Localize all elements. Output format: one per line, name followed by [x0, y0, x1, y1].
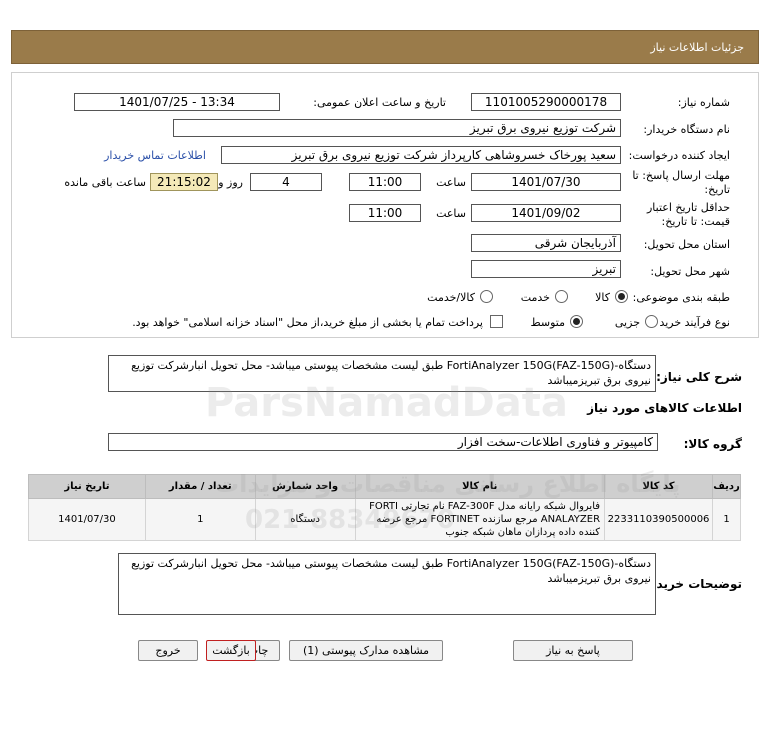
announce-label: تاریخ و ساعت اعلان عمومی:: [313, 96, 446, 109]
attachments-button[interactable]: مشاهده مدارک پیوستی (1): [289, 640, 443, 661]
city-label: شهر محل تحویل:: [650, 265, 730, 278]
creator-label: ایجاد کننده درخواست:: [628, 149, 730, 162]
col-index: ردیف: [712, 474, 741, 499]
cell-date: 1401/07/30: [28, 498, 146, 541]
treasury-payment-note: پرداخت تمام یا بخشی از مبلغ خرید،از محل …: [132, 316, 483, 329]
cell-unit: دستگاه: [254, 498, 356, 541]
table-header-row: ردیف کد کالا نام کالا واحد شمارش تعداد /…: [28, 474, 741, 499]
remaining-label: ساعت باقی مانده: [64, 176, 146, 189]
days-label: روز و: [218, 176, 243, 189]
process-radio-minor[interactable]: [645, 315, 658, 328]
col-name: نام کالا: [354, 474, 606, 499]
province-field[interactable]: آذربایجان شرقی: [471, 234, 621, 252]
category-label: طبقه بندی موضوعی:: [632, 291, 730, 304]
validity-date-field[interactable]: 1401/09/02: [471, 204, 621, 222]
table-row[interactable]: 1 2233110390500006 فایروال شبکه رایانه م…: [28, 498, 741, 541]
goods-group-label: گروه کالا:: [683, 437, 742, 451]
process-minor-label: جزیی: [614, 316, 640, 329]
province-label: استان محل تحویل:: [643, 238, 730, 251]
page: جزئیات اطلاعات نیاز شماره نیاز: 11010052…: [0, 0, 770, 745]
cell-qty: 1: [144, 498, 256, 541]
need-details-panel: شماره نیاز: 1101005290000178 تاریخ و ساع…: [11, 72, 759, 338]
deadline-time-field[interactable]: 11:00: [349, 173, 421, 191]
summary-text: دستگاه-FortiAnalyzer 150G(FAZ-150G) طبق …: [108, 355, 656, 392]
category-radio-goods-service[interactable]: [480, 290, 493, 303]
category-service-label: خدمت: [520, 291, 550, 304]
deadline-date-field[interactable]: 1401/07/30: [471, 173, 621, 191]
cell-name: فایروال شبکه رایانه مدل FAZ-300F نام تجا…: [354, 498, 606, 541]
validity-date-label: قیمت: تا تاریخ:: [661, 215, 730, 228]
summary-label: شرح کلی نیاز:: [656, 370, 742, 384]
process-label: نوع فرآیند خرید :: [652, 316, 730, 329]
category-radio-goods[interactable]: [615, 290, 628, 303]
validity-time-label: ساعت: [436, 207, 466, 220]
contact-buyer-link[interactable]: اطلاعات تماس خریدار: [104, 149, 206, 162]
back-button[interactable]: بازگشت: [206, 640, 256, 661]
buyer-notes-text: دستگاه-FortiAnalyzer 150G(FAZ-150G) طبق …: [118, 553, 656, 615]
col-unit: واحد شمارش: [254, 474, 356, 499]
process-medium-label: متوسط: [530, 316, 565, 329]
goods-table: ردیف کد کالا نام کالا واحد شمارش تعداد /…: [28, 474, 741, 541]
col-code: کد کالا: [604, 474, 714, 499]
validity-label: حداقل تاریخ اعتبار: [646, 201, 730, 214]
deadline-date-label: تاریخ:: [704, 183, 730, 196]
city-field[interactable]: تبریز: [471, 260, 621, 278]
remaining-time-field: 21:15:02: [150, 173, 218, 191]
goods-info-title: اطلاعات کالاهای مورد نیاز: [587, 401, 742, 415]
deadline-time-label: ساعت: [436, 176, 466, 189]
need-number-label: شماره نیاز:: [677, 96, 730, 109]
need-number-field[interactable]: 1101005290000178: [471, 93, 621, 111]
page-title: جزئیات اطلاعات نیاز: [650, 41, 744, 54]
col-date: تاریخ نیاز: [28, 474, 146, 499]
reply-button[interactable]: پاسخ به نیاز: [513, 640, 633, 661]
col-qty: تعداد / مقدار: [144, 474, 256, 499]
category-goods-label: کالا: [595, 291, 610, 304]
process-radio-medium[interactable]: [570, 315, 583, 328]
treasury-payment-checkbox[interactable]: [490, 315, 503, 328]
validity-time-field[interactable]: 11:00: [349, 204, 421, 222]
cell-index: 1: [712, 498, 741, 541]
buyer-field[interactable]: شرکت توزیع نیروی برق تبریز: [173, 119, 621, 137]
header-bar: جزئیات اطلاعات نیاز: [11, 30, 759, 64]
exit-button[interactable]: خروج: [138, 640, 198, 661]
category-radio-service[interactable]: [555, 290, 568, 303]
category-goods-service-label: کالا/خدمت: [427, 291, 475, 304]
buyer-label: نام دستگاه خریدار:: [643, 123, 730, 136]
days-field[interactable]: 4: [250, 173, 322, 191]
goods-group-field[interactable]: کامپیوتر و فناوری اطلاعات-سخت افزار: [108, 433, 658, 451]
cell-code: 2233110390500006: [604, 498, 714, 541]
announce-field[interactable]: 1401/07/25 - 13:34: [74, 93, 280, 111]
creator-field[interactable]: سعید پورخاک خسروشاهی کارپرداز شرکت توزیع…: [221, 146, 621, 164]
deadline-label: مهلت ارسال پاسخ: تا: [632, 169, 730, 182]
